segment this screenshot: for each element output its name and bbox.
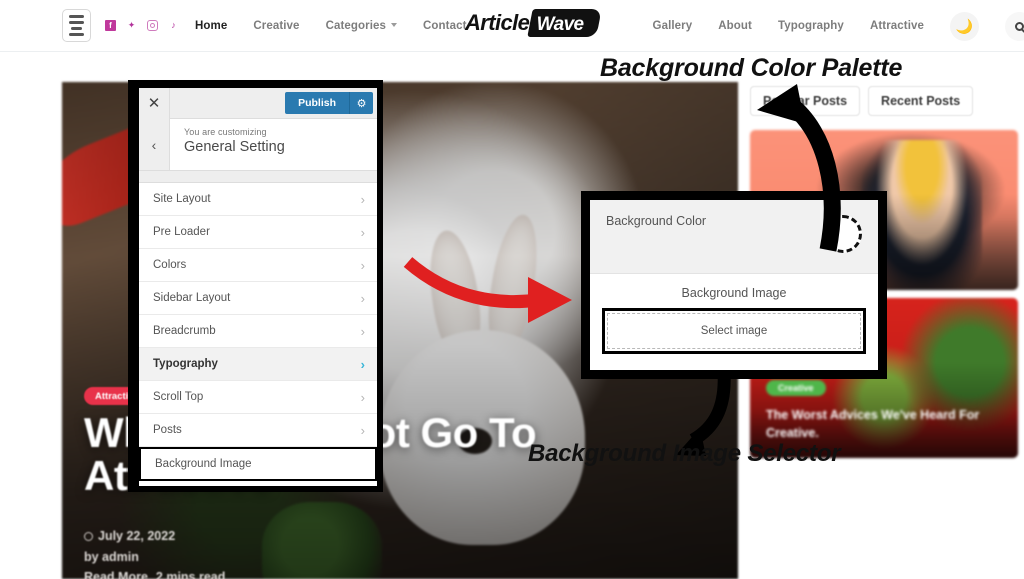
customizer-item-background-image[interactable]: Background Image› — [139, 447, 377, 481]
close-icon[interactable]: ✕ — [139, 88, 170, 119]
customizer-topbar: ✕ Publish ⚙ — [139, 88, 377, 119]
background-color-panel: Background Color Background Image Select… — [581, 191, 887, 379]
nav-link-gallery[interactable]: Gallery — [653, 20, 693, 32]
customizer-inner: ✕ Publish ⚙ ‹ You are customizing Genera… — [139, 88, 377, 486]
facebook-icon[interactable]: f — [105, 20, 116, 31]
background-image-section: Background Image Select image — [590, 274, 878, 354]
chevron-right-icon: › — [360, 323, 365, 339]
nav-link-categories[interactable]: Categories — [326, 20, 397, 32]
screenshot-root: Attractive Why I Would Not Go To Attract… — [0, 0, 1024, 579]
hero-author: by admin — [84, 549, 139, 564]
customizer-item-scroll-top[interactable]: Scroll Top › — [139, 381, 377, 414]
select-image-button[interactable]: Select image — [607, 313, 861, 349]
background-image-label: Background Image — [681, 286, 787, 300]
chevron-right-icon: › — [360, 191, 365, 207]
customizer-item-posts[interactable]: Posts › — [139, 414, 377, 447]
hero-footer-row: Read More 2 mins read — [84, 567, 225, 579]
logo-text-wave: Wave — [536, 14, 584, 35]
nav-left-group: f ✦ ♪ Home Creative Categories Contact — [0, 9, 467, 42]
chevron-right-icon: › — [360, 224, 365, 240]
customizing-kicker: You are customizing — [184, 127, 267, 137]
background-color-panel-inner: Background Color Background Image Select… — [590, 200, 878, 370]
moon-icon[interactable]: 🌙 — [950, 11, 979, 41]
nav-link-typography[interactable]: Typography — [778, 20, 844, 32]
customizer-header: ‹ You are customizing General Setting — [139, 119, 377, 171]
logo-text-article: Article — [465, 10, 530, 35]
tab-popular-posts[interactable]: Popular Posts — [750, 86, 861, 116]
instagram-icon[interactable] — [147, 20, 158, 31]
wp-customizer-panel: ✕ Publish ⚙ ‹ You are customizing Genera… — [128, 80, 383, 492]
nav-right-group: Gallery About Typography Attractive 🌙 — [653, 0, 1024, 52]
search-icon[interactable] — [1005, 11, 1024, 41]
color-swatch-highlight-icon[interactable] — [824, 215, 862, 253]
hero-decor-ear-right — [481, 211, 545, 357]
google-plus-icon[interactable]: ✦ — [126, 20, 137, 31]
select-image-highlight-box: Select image — [602, 308, 866, 354]
hero-decor-ear-left — [423, 227, 487, 365]
nav-link-attractive[interactable]: Attractive — [870, 20, 924, 32]
top-navigation-bar: f ✦ ♪ Home Creative Categories Contact A… — [0, 0, 1024, 52]
sidebar-tabs: Popular Posts Recent Posts — [750, 86, 974, 116]
hero-date: July 22, 2022 — [98, 529, 176, 543]
chevron-down-icon — [391, 23, 397, 28]
hero-decor-plant — [262, 502, 382, 579]
customizer-item-breadcrumb[interactable]: Breadcrumb › — [139, 315, 377, 348]
hero-date-row: July 22, 2022 — [84, 526, 225, 547]
annotation-background-image-selector: Background Image Selector — [528, 440, 841, 467]
chevron-right-icon: › — [360, 356, 365, 372]
logo-badge-wave: Wave — [527, 9, 602, 37]
customizer-divider — [139, 171, 377, 183]
publish-group: Publish ⚙ — [285, 92, 373, 114]
social-icons: f ✦ ♪ — [105, 20, 179, 31]
hero-meta: July 22, 2022 by admin Read More 2 mins r… — [84, 526, 225, 579]
background-color-header: Background Color — [590, 200, 878, 274]
background-color-label: Background Color — [606, 214, 707, 228]
site-logo[interactable]: Article Wave — [465, 9, 602, 37]
customizer-item-pre-loader[interactable]: Pre Loader › — [139, 216, 377, 249]
sidebar-card-2-badge: Creative — [766, 380, 826, 396]
publish-button[interactable]: Publish — [285, 92, 349, 114]
customizer-menu-list: Site Layout › Pre Loader › Colors › Sidebar… — [139, 183, 377, 481]
nav-link-home[interactable]: Home — [195, 20, 227, 32]
hamburger-icon[interactable] — [62, 9, 91, 42]
customizer-item-sidebar-layout[interactable]: Sidebar Layout › — [139, 282, 377, 315]
chevron-right-icon: › — [360, 422, 365, 438]
nav-link-creative[interactable]: Creative — [253, 20, 299, 32]
tab-recent-posts[interactable]: Recent Posts — [868, 86, 974, 116]
read-more-link[interactable]: Read More — [84, 570, 148, 579]
customizer-item-colors[interactable]: Colors › — [139, 249, 377, 282]
customizer-item-site-layout[interactable]: Site Layout › — [139, 183, 377, 216]
chevron-right-icon: › — [360, 290, 365, 306]
nav-primary-links: Home Creative Categories Contact — [195, 20, 467, 32]
tiktok-icon[interactable]: ♪ — [168, 20, 179, 31]
clock-icon — [84, 532, 93, 541]
sidebar-card-2-title: The Worst Advices We've Heard For Creati… — [766, 407, 980, 440]
customizer-header-text: You are customizing General Setting — [170, 119, 285, 170]
gear-icon[interactable]: ⚙ — [349, 92, 373, 114]
chevron-right-icon: › — [360, 389, 365, 405]
hero-read-time: 2 mins read — [155, 570, 226, 579]
nav-link-about[interactable]: About — [718, 20, 752, 32]
nav-link-contact[interactable]: Contact — [423, 20, 467, 32]
back-chevron-icon[interactable]: ‹ — [139, 119, 170, 170]
customizer-section-title: General Setting — [184, 139, 285, 155]
customizer-item-typography[interactable]: Typography › — [139, 348, 377, 381]
chevron-right-icon: › — [360, 257, 365, 273]
annotation-background-color-palette: Background Color Palette — [600, 54, 903, 82]
